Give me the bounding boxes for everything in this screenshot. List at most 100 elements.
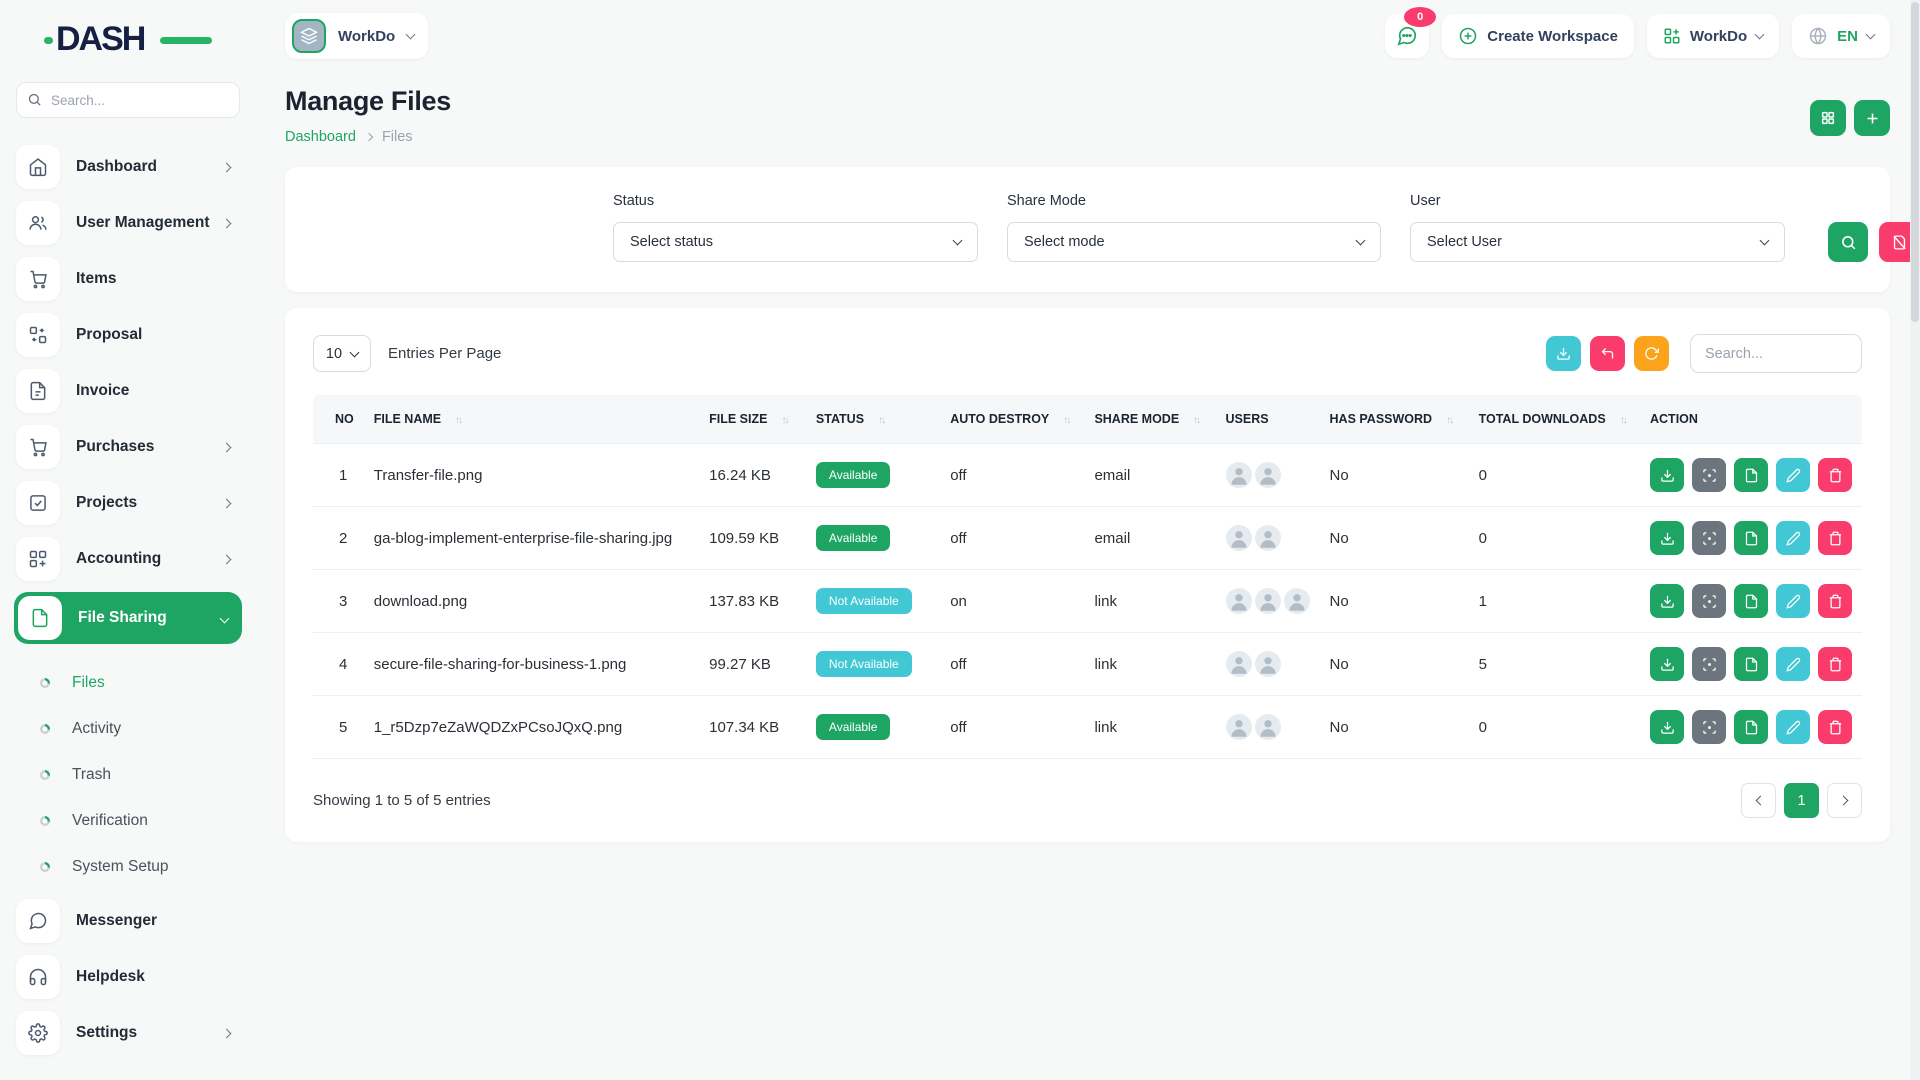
sidebar-item-invoice[interactable]: Invoice	[16, 368, 240, 414]
cell-has-password: No	[1320, 444, 1469, 507]
files-table-card: 10 Entries Per Page	[285, 308, 1890, 842]
sidebar-item-settings[interactable]: Settings	[16, 1010, 240, 1056]
undo-button[interactable]	[1590, 336, 1625, 371]
qr-scan-button[interactable]	[1692, 584, 1726, 618]
status-select[interactable]: Select status	[613, 222, 978, 262]
delete-button[interactable]	[1818, 458, 1852, 492]
user-select[interactable]: Select User	[1410, 222, 1785, 262]
cell-auto-destroy: off	[940, 696, 1084, 759]
workspace-name: WorkDo	[338, 28, 395, 45]
create-workspace-button[interactable]: Create Workspace	[1442, 14, 1634, 58]
sidebar: DASH Dashboard User Management Items Pro…	[0, 0, 256, 1080]
export-download-button[interactable]	[1546, 336, 1581, 371]
file-detail-button[interactable]	[1734, 458, 1768, 492]
workdo-menu-label: WorkDo	[1690, 28, 1747, 45]
scrollbar-thumb[interactable]	[1911, 2, 1919, 322]
cell-file-size: 99.27 KB	[699, 633, 806, 696]
pagination-next-button[interactable]	[1827, 783, 1862, 818]
home-icon	[16, 145, 60, 189]
sidebar-search-input[interactable]	[16, 82, 240, 118]
sidebar-item-helpdesk[interactable]: Helpdesk	[16, 954, 240, 1000]
download-file-button[interactable]	[1650, 521, 1684, 555]
sidebar-subitem-verification[interactable]: Verification	[40, 798, 240, 844]
edit-button[interactable]	[1776, 647, 1810, 681]
table-search-input[interactable]	[1690, 334, 1862, 373]
delete-button[interactable]	[1818, 521, 1852, 555]
user-avatar	[1255, 651, 1281, 677]
qr-scan-button[interactable]	[1692, 458, 1726, 492]
column-header-has-password[interactable]: HAS PASSWORD	[1320, 395, 1469, 444]
user-avatar	[1284, 588, 1310, 614]
grid-view-button[interactable]	[1810, 100, 1846, 136]
qr-scan-button[interactable]	[1692, 647, 1726, 681]
download-file-button[interactable]	[1650, 458, 1684, 492]
sidebar-item-label: Projects	[76, 494, 223, 512]
gear-icon	[16, 1011, 60, 1055]
qr-scan-button[interactable]	[1692, 521, 1726, 555]
qr-scan-button[interactable]	[1692, 710, 1726, 744]
column-header-users: USERS	[1216, 395, 1320, 444]
cell-total-downloads: 1	[1469, 570, 1640, 633]
sidebar-item-purchases[interactable]: Purchases	[16, 424, 240, 470]
column-header-total-downloads[interactable]: TOTAL DOWNLOADS	[1469, 395, 1640, 444]
sidebar-item-projects[interactable]: Projects	[16, 480, 240, 526]
edit-button[interactable]	[1776, 584, 1810, 618]
chat-icon	[1396, 25, 1418, 47]
apply-filter-button[interactable]	[1828, 222, 1868, 262]
column-header-no: NO	[313, 395, 364, 444]
download-file-button[interactable]	[1650, 647, 1684, 681]
sidebar-item-label: Items	[76, 270, 240, 288]
edit-button[interactable]	[1776, 710, 1810, 744]
sidebar-item-proposal[interactable]: Proposal	[16, 312, 240, 358]
sidebar-item-messenger[interactable]: Messenger	[16, 898, 240, 944]
edit-button[interactable]	[1776, 521, 1810, 555]
edit-button[interactable]	[1776, 458, 1810, 492]
sidebar-subitem-trash[interactable]: Trash	[40, 752, 240, 798]
pagination-prev-button[interactable]	[1741, 783, 1776, 818]
file-detail-button[interactable]	[1734, 647, 1768, 681]
refresh-button[interactable]	[1634, 336, 1669, 371]
file-detail-button[interactable]	[1734, 584, 1768, 618]
cell-file-name: Transfer-file.png	[364, 444, 699, 507]
workspace-selector[interactable]: WorkDo	[285, 13, 428, 59]
delete-button[interactable]	[1818, 584, 1852, 618]
cell-share-mode: email	[1084, 444, 1215, 507]
sidebar-item-file-sharing[interactable]: File Sharing	[14, 592, 242, 644]
chevron-left-icon	[1755, 796, 1765, 806]
workdo-menu-button[interactable]: WorkDo	[1647, 14, 1779, 58]
sidebar-subitem-system-setup[interactable]: System Setup	[40, 844, 240, 890]
delete-button[interactable]	[1818, 647, 1852, 681]
sidebar-item-items[interactable]: Items	[16, 256, 240, 302]
sidebar-item-accounting[interactable]: Accounting	[16, 536, 240, 582]
column-header-auto-destroy[interactable]: AUTO DESTROY	[940, 395, 1084, 444]
language-code: EN	[1837, 28, 1858, 45]
file-detail-button[interactable]	[1734, 710, 1768, 744]
sidebar-item-label: Helpdesk	[76, 968, 240, 986]
download-file-button[interactable]	[1650, 584, 1684, 618]
messages-button[interactable]: 0	[1385, 14, 1429, 58]
column-header-share-mode[interactable]: SHARE MODE	[1084, 395, 1215, 444]
column-header-file-name[interactable]: FILE NAME	[364, 395, 699, 444]
sidebar-item-user-management[interactable]: User Management	[16, 200, 240, 246]
delete-button[interactable]	[1818, 710, 1852, 744]
brand-logo[interactable]: DASH	[56, 20, 206, 60]
sidebar-subitem-files[interactable]: Files	[40, 660, 240, 706]
breadcrumb-dashboard-link[interactable]: Dashboard	[285, 129, 356, 145]
chat-badge: 0	[1404, 7, 1436, 27]
entries-per-page-select[interactable]: 10	[313, 335, 371, 372]
scrollbar[interactable]	[1910, 0, 1920, 1080]
sidebar-item-dashboard[interactable]: Dashboard	[16, 144, 240, 190]
user-avatar	[1255, 588, 1281, 614]
cell-total-downloads: 0	[1469, 696, 1640, 759]
column-header-file-size[interactable]: FILE SIZE	[699, 395, 806, 444]
pagination-page-1-button[interactable]: 1	[1784, 783, 1819, 818]
download-file-button[interactable]	[1650, 710, 1684, 744]
column-header-status[interactable]: STATUS	[806, 395, 940, 444]
sidebar-subitem-activity[interactable]: Activity	[40, 706, 240, 752]
cell-has-password: No	[1320, 696, 1469, 759]
language-selector[interactable]: EN	[1792, 14, 1890, 58]
share-mode-select[interactable]: Select mode	[1007, 222, 1381, 262]
cell-share-mode: email	[1084, 507, 1215, 570]
add-file-button[interactable]	[1854, 100, 1890, 136]
file-detail-button[interactable]	[1734, 521, 1768, 555]
